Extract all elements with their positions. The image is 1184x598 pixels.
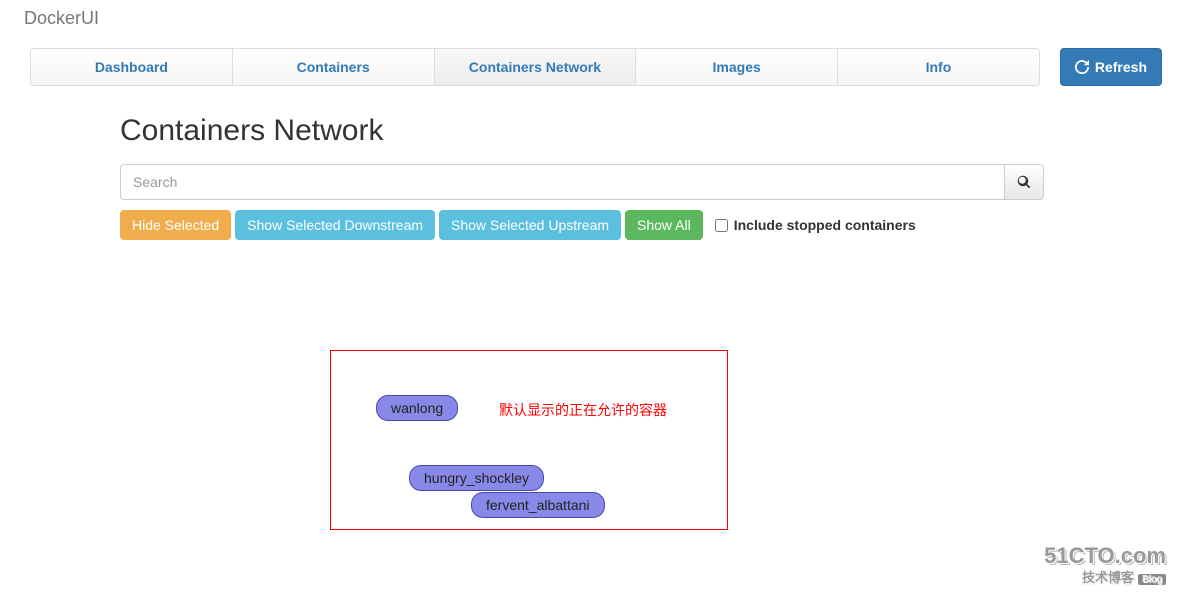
watermark-badge: Blog xyxy=(1138,574,1166,585)
tab-containers-network[interactable]: Containers Network xyxy=(435,49,637,85)
search-group xyxy=(120,164,1044,200)
container-node[interactable]: hungry_shockley xyxy=(409,465,544,491)
main-content: Containers Network Hide Selected Show Se… xyxy=(120,100,1044,240)
graph-annotation: 默认显示的正在允许的容器 xyxy=(499,400,667,420)
tab-images[interactable]: Images xyxy=(636,49,838,85)
show-upstream-button[interactable]: Show Selected Upstream xyxy=(439,210,621,240)
hide-selected-button[interactable]: Hide Selected xyxy=(120,210,231,240)
refresh-icon xyxy=(1075,60,1089,74)
refresh-label: Refresh xyxy=(1095,59,1147,75)
tab-containers[interactable]: Containers xyxy=(233,49,435,85)
tab-dashboard[interactable]: Dashboard xyxy=(31,49,233,85)
show-downstream-button[interactable]: Show Selected Downstream xyxy=(235,210,435,240)
watermark: 51CTO.com 技术博客Blog xyxy=(1044,545,1166,586)
search-icon xyxy=(1017,175,1031,189)
refresh-button[interactable]: Refresh xyxy=(1060,48,1162,86)
brand-title: DockerUI xyxy=(24,8,99,29)
network-graph[interactable]: wanlong hungry_shockley fervent_albattan… xyxy=(330,350,728,530)
search-input[interactable] xyxy=(120,164,1004,200)
watermark-line2: 技术博客Blog xyxy=(1044,567,1166,586)
include-stopped-text: Include stopped containers xyxy=(734,217,916,233)
nav-tabs: Dashboard Containers Containers Network … xyxy=(30,48,1040,86)
top-bar: Dashboard Containers Containers Network … xyxy=(30,48,1162,86)
container-node[interactable]: fervent_albattani xyxy=(471,492,605,518)
tab-info[interactable]: Info xyxy=(838,49,1039,85)
action-bar: Hide Selected Show Selected Downstream S… xyxy=(120,210,1044,240)
page-title: Containers Network xyxy=(120,114,1044,148)
container-node[interactable]: wanlong xyxy=(376,395,458,421)
include-stopped-label[interactable]: Include stopped containers xyxy=(715,217,916,233)
watermark-line1: 51CTO.com xyxy=(1044,545,1166,567)
include-stopped-checkbox[interactable] xyxy=(715,219,728,232)
show-all-button[interactable]: Show All xyxy=(625,210,703,240)
search-button[interactable] xyxy=(1004,164,1044,200)
